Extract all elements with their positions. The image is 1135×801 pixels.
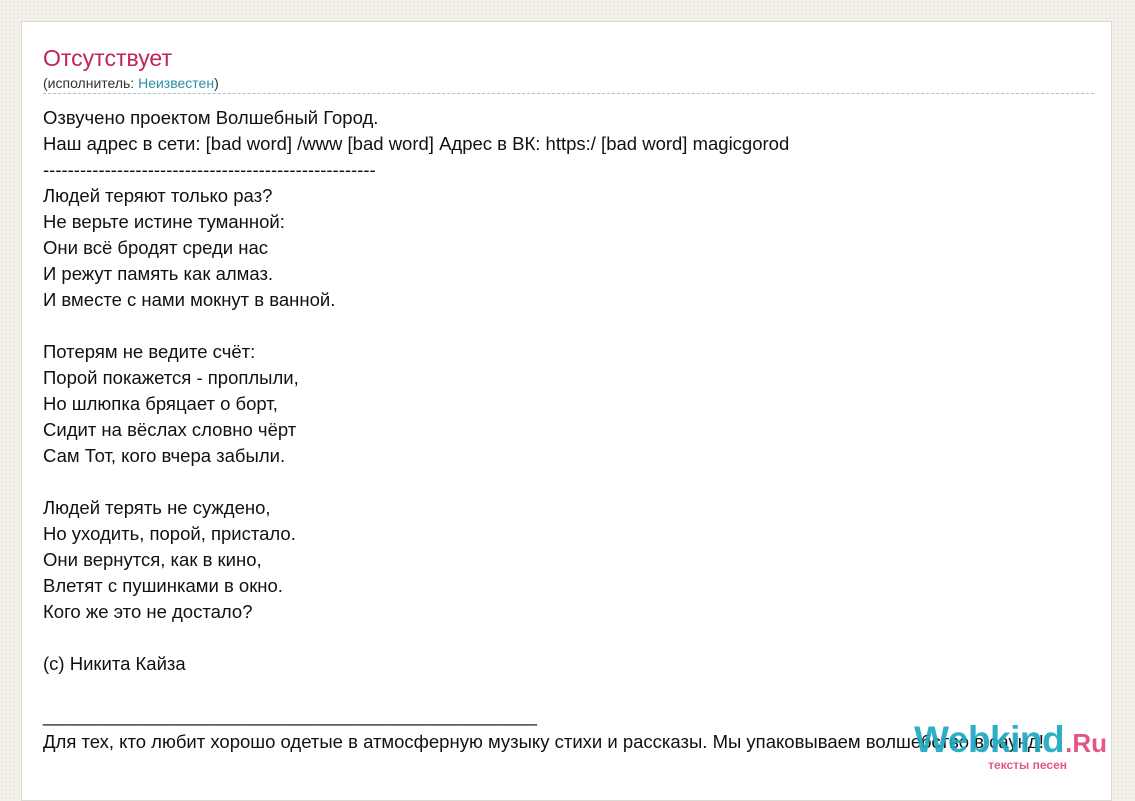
lyric-line: Для тех, кто любит хорошо одетые в атмос… <box>43 731 1044 752</box>
lyric-line: Не верьте истине туманной: <box>43 211 285 232</box>
lyric-line: ________________________________________… <box>43 705 537 726</box>
lyric-line: Наш адрес в сети: [bad word] /www [bad w… <box>43 133 790 154</box>
artist-link[interactable]: Неизвестен <box>138 75 214 91</box>
lyrics-card: Отсутствует (исполнитель: Неизвестен) Оз… <box>21 21 1112 801</box>
lyric-line: Людей терять не суждено, <box>43 497 271 518</box>
song-title: Отсутствует <box>43 45 172 71</box>
lyrics-text: Озвучено проектом Волшебный Город. Наш а… <box>43 105 1135 755</box>
artist-suffix: ) <box>214 75 219 91</box>
lyric-line: Кого же это не достало? <box>43 601 253 622</box>
lyric-line: Но шлюпка бряцает о борт, <box>43 393 278 414</box>
lyric-line: Влетят с пушинками в окно. <box>43 575 283 596</box>
artist-prefix: (исполнитель: <box>43 75 139 91</box>
lyric-line: Озвучено проектом Волшебный Город. <box>43 107 379 128</box>
lyric-line: Людей теряют только раз? <box>43 185 273 206</box>
lyric-line: Они вернутся, как в кино, <box>43 549 262 570</box>
header-divider <box>43 93 1094 94</box>
lyric-line: Потерям не ведите счёт: <box>43 341 256 362</box>
lyric-line: Порой покажется - проплыли, <box>43 367 299 388</box>
lyric-line: Но уходить, порой, пристало. <box>43 523 296 544</box>
lyric-line: (с) Никита Кайза <box>43 653 186 674</box>
lyric-line: И режут память как алмаз. <box>43 263 274 284</box>
lyric-line: И вместе с нами мокнут в ванной. <box>43 289 336 310</box>
artist-line: (исполнитель: Неизвестен) <box>43 74 219 92</box>
lyric-line: Они всё бродят среди нас <box>43 237 269 258</box>
lyric-line: Сам Тот, кого вчера забыли. <box>43 445 286 466</box>
lyric-line: Сидит на вёслах словно чёрт <box>43 419 297 440</box>
lyric-line: ----------------------------------------… <box>43 159 376 180</box>
